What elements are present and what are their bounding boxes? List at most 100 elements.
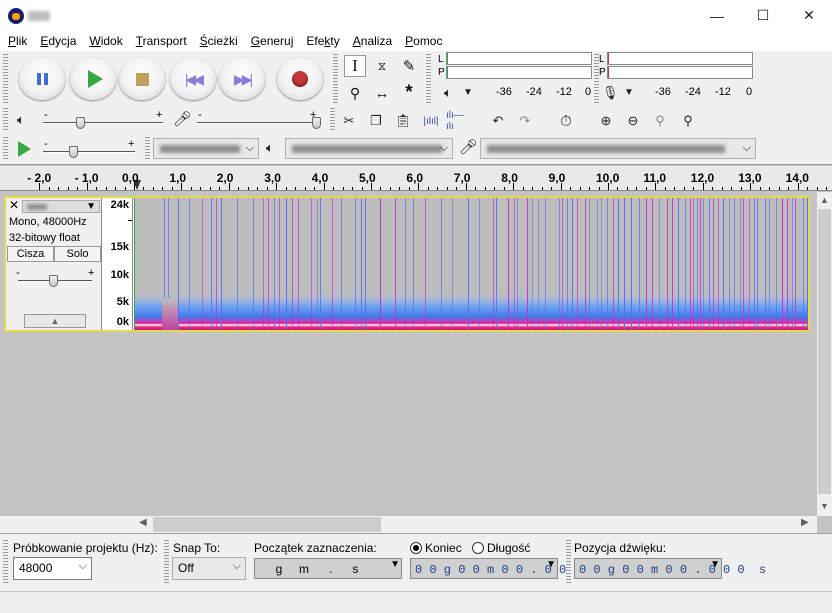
play-button[interactable]: [70, 58, 116, 100]
fit-project-button[interactable]: ⚲: [676, 110, 700, 132]
menu-plik[interactable]: Plik: [8, 34, 27, 48]
toolbar-grip[interactable]: [3, 54, 8, 104]
snap-to-select[interactable]: Off ⌵: [172, 557, 246, 580]
menu-pomoc[interactable]: Pomoc: [405, 34, 442, 48]
play-speed-thumb[interactable]: [69, 146, 78, 158]
minimize-button[interactable]: —: [694, 0, 740, 31]
collapse-track-button[interactable]: ▲: [24, 314, 86, 328]
ruler-tick: [484, 187, 486, 190]
toolbar-grip[interactable]: [3, 108, 8, 132]
slider-plus-label: +: [156, 109, 163, 121]
toolbar-grip[interactable]: [164, 540, 169, 584]
undo-button[interactable]: ↶: [486, 110, 510, 132]
fit-selection-button[interactable]: ⚲: [648, 110, 672, 132]
scroll-right-arrow-icon[interactable]: ▶: [801, 517, 809, 528]
audio-position-time[interactable]: 0 0 g 0 0 m 0 0 . 0 0 0 s ▼: [574, 558, 766, 579]
horizontal-scrollbar[interactable]: ◀ ▶: [133, 516, 817, 533]
draw-tool-button[interactable]: ✎: [398, 55, 420, 77]
silence-button[interactable]: ılı—ılı: [446, 110, 470, 132]
recording-device-select[interactable]: ⌵: [480, 138, 756, 159]
record-volume-slider[interactable]: [197, 122, 317, 124]
horizontal-scroll-thumb[interactable]: [153, 517, 381, 532]
selection-start-time[interactable]: g m . s ▼: [254, 558, 402, 579]
record-meter-right[interactable]: [607, 66, 753, 79]
playback-device-select[interactable]: ⌵: [285, 138, 453, 159]
play-meter-scale-label: -24: [526, 86, 542, 98]
playback-volume-thumb[interactable]: [76, 117, 85, 129]
menu-edycja[interactable]: Edycja: [40, 34, 76, 48]
envelope-tool-button[interactable]: ⧖: [371, 55, 393, 77]
play-meter-left[interactable]: [446, 52, 592, 65]
toolbar-grip[interactable]: [566, 540, 571, 584]
scroll-left-arrow-icon[interactable]: ◀: [139, 517, 147, 528]
spectrogram-transient: [508, 198, 509, 330]
track-name-menu[interactable]: ▼: [22, 200, 100, 213]
cut-button[interactable]: ✂: [337, 110, 361, 132]
sync-lock-button[interactable]: ⏱︎: [554, 110, 578, 132]
selection-end-time[interactable]: 0 0 g 0 0 m 0 0 . 0 0 0 s ▼: [410, 558, 602, 579]
ruler-tick: [788, 187, 790, 190]
spectrogram-transient: [607, 198, 608, 330]
toolbar-grip[interactable]: [330, 108, 335, 132]
zoom-out-button[interactable]: ⊖: [621, 110, 645, 132]
selection-tool-button[interactable]: I: [344, 55, 366, 77]
menu-transport[interactable]: Transport: [136, 34, 187, 48]
close-button[interactable]: ✕: [786, 0, 832, 31]
track-gain-thumb[interactable]: [49, 275, 58, 287]
redo-button[interactable]: ↷: [513, 110, 537, 132]
toolbar-grip[interactable]: [426, 54, 431, 104]
maximize-button[interactable]: ☐: [740, 0, 786, 31]
record-meter-scale-label: -36: [655, 86, 671, 98]
toolbar-grip[interactable]: [145, 137, 150, 161]
audio-track[interactable]: ✕ ▼ Mono, 48000Hz 32-bitowy float Cisza …: [4, 196, 810, 332]
vertical-scroll-thumb[interactable]: [818, 209, 831, 494]
paste-button[interactable]: 📋︎: [391, 110, 415, 132]
frequency-scale[interactable]: 24k 15k 10k 5k 0k: [103, 198, 133, 330]
spectrogram-transient: [709, 198, 710, 330]
multi-tool-button[interactable]: *: [398, 82, 420, 104]
mute-button[interactable]: Cisza: [7, 246, 54, 262]
spectrogram-transient: [585, 198, 586, 330]
trim-button[interactable]: |ılıl|: [419, 110, 443, 132]
ruler-tick: [181, 183, 183, 190]
vertical-scrollbar[interactable]: ▲ ▼: [817, 192, 832, 516]
menu-sciezki[interactable]: Ścieżki: [200, 34, 238, 48]
scroll-up-arrow-icon[interactable]: ▲: [820, 195, 829, 205]
track-area[interactable]: ✕ ▼ Mono, 48000Hz 32-bitowy float Cisza …: [0, 192, 817, 515]
solo-button[interactable]: Solo: [54, 246, 101, 262]
skip-to-end-button[interactable]: ▶▶|: [219, 58, 265, 100]
menu-widok[interactable]: Widok: [89, 34, 122, 48]
record-volume-thumb[interactable]: [312, 117, 321, 129]
play-meter-dropdown-arrow-icon[interactable]: ▼: [463, 87, 473, 98]
zoom-tool-button[interactable]: ⚲: [344, 82, 366, 104]
spectrogram[interactable]: [134, 198, 808, 330]
ruler-tick: [712, 187, 714, 190]
menu-generuj[interactable]: Generuj: [251, 34, 294, 48]
project-rate-select[interactable]: 48000 ⌵: [13, 557, 92, 580]
record-meter-dropdown-arrow-icon[interactable]: ▼: [624, 87, 634, 98]
play-meter-right[interactable]: [446, 66, 592, 79]
toolbar-grip[interactable]: [333, 54, 338, 104]
close-track-icon[interactable]: ✕: [8, 199, 20, 212]
toolbar-grip[interactable]: [3, 540, 8, 584]
length-radio[interactable]: Długość: [472, 541, 530, 555]
zoom-in-button[interactable]: ⊕: [594, 110, 618, 132]
timeline-ruler[interactable]: - 2,0- 1,0 0,0 1,0 2,0 3,0 4,0 5,0 6,0 7,0 8,0 9,0…: [0, 166, 832, 191]
playback-volume-slider[interactable]: [43, 122, 163, 124]
menu-analiza[interactable]: Analiza: [353, 34, 392, 48]
stop-button[interactable]: [119, 58, 165, 100]
toolbar-grip[interactable]: [3, 137, 8, 161]
record-button[interactable]: [277, 58, 323, 100]
record-meter-left[interactable]: [607, 52, 753, 65]
rec-meter-left-label: L: [599, 54, 605, 65]
end-radio[interactable]: Koniec: [410, 541, 462, 555]
menu-efekty[interactable]: Efekty: [306, 34, 339, 48]
play-speed-slider[interactable]: [43, 151, 135, 153]
play-at-speed-button[interactable]: [12, 138, 36, 160]
pause-button[interactable]: [19, 58, 65, 100]
copy-button[interactable]: ❐: [364, 110, 388, 132]
time-shift-tool-button[interactable]: ↔: [371, 82, 393, 104]
audio-host-select[interactable]: ⌵: [153, 138, 259, 159]
skip-to-start-button[interactable]: |◀◀: [170, 58, 216, 100]
scroll-down-arrow-icon[interactable]: ▼: [820, 501, 829, 511]
